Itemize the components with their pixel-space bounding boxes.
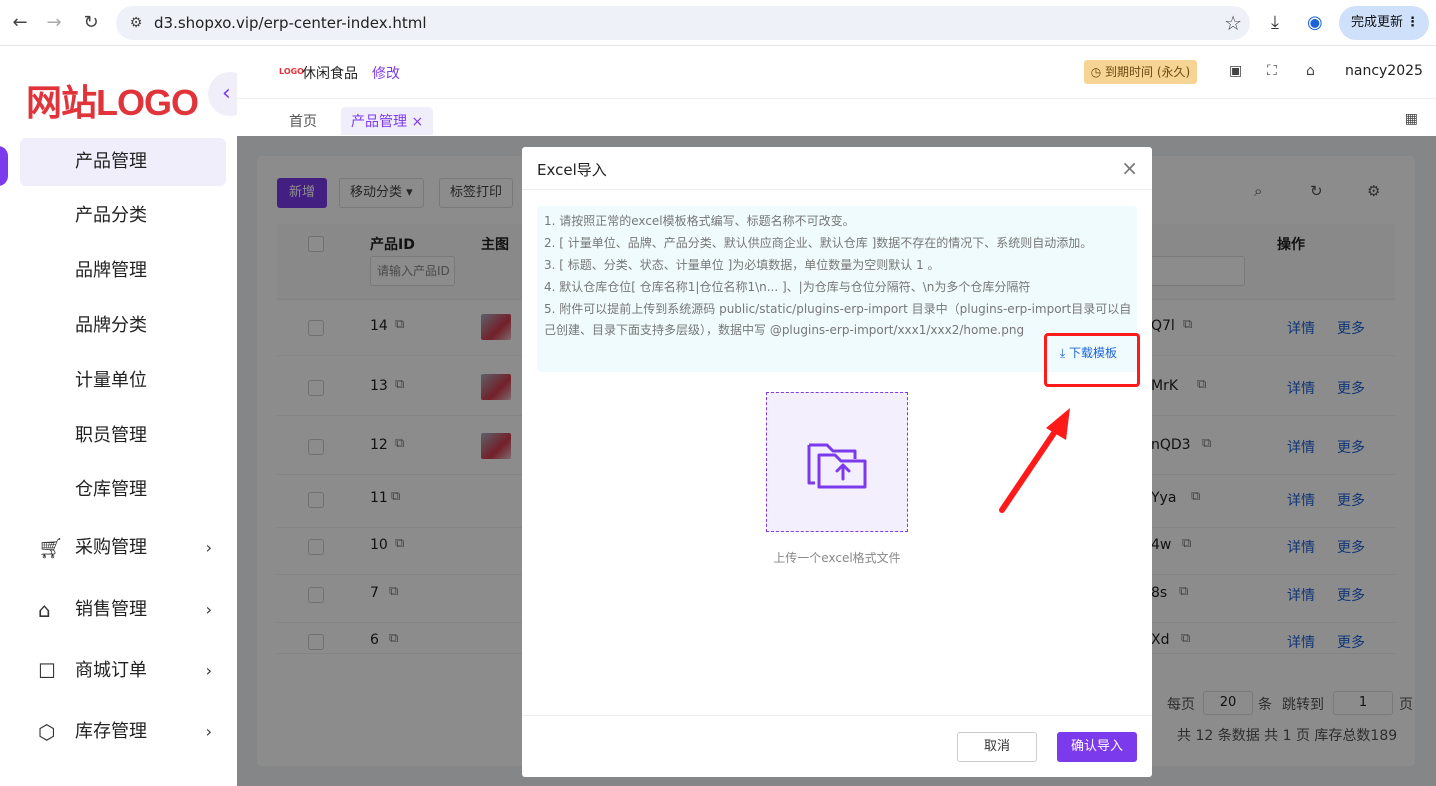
annotation-highlight-box bbox=[1044, 333, 1140, 387]
fullscreen-icon[interactable]: ⛶ bbox=[1267, 63, 1277, 79]
sidebar-item-sales[interactable]: ⌂ 销售管理 › bbox=[20, 586, 226, 634]
notice-line: 2. [ 计量单位、品牌、产品分类、默认供应商企业、默认仓库 ]数据不存在的情况… bbox=[544, 236, 1093, 250]
chevron-right-icon: › bbox=[205, 538, 212, 557]
address-bar[interactable]: ⚙ d3.shopxo.vip/erp-center-index.html ☆ bbox=[116, 6, 1250, 40]
shop-logo: LOGO bbox=[279, 67, 304, 76]
sidebar-item-purchase[interactable]: 🛒︎ 采购管理 › bbox=[20, 524, 226, 572]
download-icon[interactable]: ⤓ bbox=[1271, 12, 1279, 33]
update-label: 完成更新 bbox=[1351, 15, 1404, 30]
back-icon[interactable]: ← bbox=[8, 11, 32, 35]
bookmark-star-icon[interactable]: ☆ bbox=[1224, 11, 1242, 35]
edit-shop-link[interactable]: 修改 bbox=[372, 63, 400, 83]
forward-icon[interactable]: → bbox=[42, 11, 66, 35]
tab-label: 产品管理 bbox=[351, 114, 407, 130]
tab-home[interactable]: 首页 bbox=[289, 111, 317, 131]
username[interactable]: nancy2025 bbox=[1345, 63, 1423, 79]
bag-icon: ☐ bbox=[38, 659, 56, 683]
home-icon[interactable]: ⌂ bbox=[1306, 63, 1315, 79]
tab-bar: 首页 产品管理 × ▦ bbox=[237, 98, 1436, 136]
site-settings-icon[interactable]: ⚙ bbox=[126, 13, 146, 33]
sidebar-item-unit[interactable]: 计量单位 bbox=[20, 357, 226, 405]
reload-icon[interactable]: ↻ bbox=[79, 11, 103, 35]
tag-icon: ⌂ bbox=[38, 598, 51, 622]
translate-icon[interactable]: ▣ bbox=[1229, 63, 1242, 79]
sidebar-item-warehouse[interactable]: 仓库管理 bbox=[20, 466, 226, 514]
annotation-arrow bbox=[999, 408, 1070, 513]
close-icon[interactable]: × bbox=[1121, 156, 1138, 180]
upload-hint: 上传一个excel格式文件 bbox=[773, 551, 901, 565]
sidebar-item-label: 计量单位 bbox=[75, 370, 147, 391]
sidebar-item-product-category[interactable]: 产品分类 bbox=[20, 192, 226, 240]
sidebar-item-label: 库存管理 bbox=[75, 721, 147, 742]
modal-title: Excel导入 bbox=[537, 161, 607, 179]
profile-icon[interactable]: ◉ bbox=[1307, 12, 1323, 33]
shop-name: 休闲食品 bbox=[302, 66, 358, 82]
sidebar-item-label: 品牌管理 bbox=[75, 260, 147, 281]
sidebar-item-label: 产品分类 bbox=[75, 205, 147, 226]
sidebar-item-label: 仓库管理 bbox=[75, 479, 147, 500]
box-icon: ⬡ bbox=[38, 720, 56, 744]
cart-icon: 🛒︎ bbox=[38, 536, 64, 560]
active-marker bbox=[0, 146, 8, 186]
expire-badge: ◷ 到期时间 (永久) bbox=[1084, 60, 1197, 84]
sidebar-item-product[interactable]: 产品管理 bbox=[20, 138, 226, 186]
sidebar-item-label: 品牌分类 bbox=[75, 315, 147, 336]
sidebar-item-mall-order[interactable]: ☐ 商城订单 › bbox=[20, 647, 226, 695]
sidebar-item-staff[interactable]: 职员管理 bbox=[20, 412, 226, 460]
cancel-button[interactable]: 取消 bbox=[957, 732, 1037, 762]
url-text: d3.shopxo.vip/erp-center-index.html bbox=[154, 14, 427, 32]
top-header: LOGO 休闲食品 修改 ◷ 到期时间 (永久) ▣ ⛶ ⌂ nancy2025… bbox=[237, 46, 1436, 136]
upload-dropzone[interactable] bbox=[766, 392, 908, 532]
sidebar-item-label: 销售管理 bbox=[75, 599, 147, 620]
confirm-import-button[interactable]: 确认导入 bbox=[1057, 732, 1137, 762]
update-button[interactable]: 完成更新 ⋮ bbox=[1339, 6, 1429, 40]
notice-line: 4. 默认仓库仓位[ 仓库名称1|仓位名称1\n... ]、|为仓库与仓位分隔符… bbox=[544, 280, 1031, 294]
sidebar-item-brand[interactable]: 品牌管理 bbox=[20, 247, 226, 295]
chevron-right-icon: › bbox=[205, 661, 212, 680]
clock-icon: ◷ bbox=[1090, 65, 1106, 79]
tab-product[interactable]: 产品管理 × bbox=[341, 107, 434, 135]
modal-footer: 取消 确认导入 bbox=[522, 715, 1152, 777]
site-logo: 网站LOGO bbox=[26, 82, 199, 123]
notice-line: 1. 请按照正常的excel模板格式编写、标题名称不可改变。 bbox=[544, 214, 855, 228]
chevron-right-icon: › bbox=[205, 722, 212, 741]
browser-toolbar: ← → ↻ ⚙ d3.shopxo.vip/erp-center-index.h… bbox=[0, 0, 1436, 46]
modal-header: Excel导入 × bbox=[522, 147, 1152, 190]
sidebar-item-label: 采购管理 bbox=[75, 537, 147, 558]
sidebar-item-label: 商城订单 bbox=[75, 660, 147, 681]
sidebar-item-brand-category[interactable]: 品牌分类 bbox=[20, 302, 226, 350]
sidebar: 网站LOGO ‹ 产品管理 产品分类 品牌管理 品牌分类 计量单位 职员管理 仓… bbox=[0, 46, 252, 786]
folder-upload-icon bbox=[807, 443, 867, 489]
chevron-right-icon: › bbox=[205, 600, 212, 619]
close-tab-icon[interactable]: × bbox=[411, 114, 423, 130]
sidebar-item-label: 职员管理 bbox=[75, 425, 147, 446]
expire-label: 到期时间 (永久) bbox=[1105, 65, 1191, 79]
sidebar-item-label: 产品管理 bbox=[75, 151, 147, 172]
apps-grid-icon[interactable]: ▦ bbox=[1405, 111, 1418, 127]
sidebar-item-inventory[interactable]: ⬡ 库存管理 › bbox=[20, 708, 226, 756]
notice-line: 3. [ 标题、分类、状态、计量单位 ]为必填数据，单位数量为空则默认 1 。 bbox=[544, 258, 940, 272]
menu-dots-icon[interactable]: ⋮ bbox=[1406, 6, 1419, 40]
